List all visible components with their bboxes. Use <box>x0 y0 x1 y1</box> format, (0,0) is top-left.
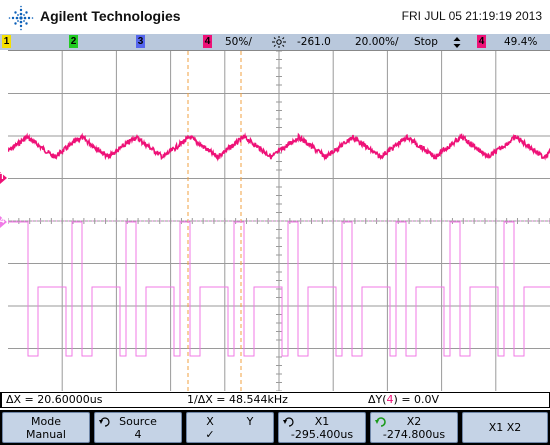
xy-selection: ✓ <box>187 428 273 441</box>
x-option: X <box>206 415 214 428</box>
trigger-level-label: T <box>0 172 5 181</box>
delta-y-prefix: ΔY( <box>368 393 387 406</box>
source-softkey[interactable]: Source 4 <box>94 412 182 443</box>
x-selected-check-icon: ✓ <box>205 428 215 441</box>
inverse-delta-x-readout: 1/ΔX = 48.544kHz <box>183 393 364 407</box>
mode-label: Mode <box>31 415 61 428</box>
delta-y-channel: 4 <box>386 393 394 406</box>
status-bar: 1 2 3 4 50%/ -261.0 20.00%/ Stop 4 49.4% <box>0 34 550 50</box>
x2-value: -274.800us <box>382 428 446 441</box>
channel-4-scale: 50%/ <box>225 36 252 48</box>
channel-4-ground-label: 4 <box>0 216 5 225</box>
delta-y-value: ) = 0.0V <box>393 393 440 406</box>
xy-label: XY <box>187 415 273 428</box>
trigger-level-marker[interactable]: T <box>0 171 10 184</box>
delay-value: -261.0 <box>297 36 331 48</box>
delta-x-readout: ΔX = 20.60000us <box>2 393 183 407</box>
run-state[interactable]: Stop <box>414 34 438 50</box>
timebase-value: 20.00%/ <box>355 36 399 48</box>
channel-1-button[interactable]: 1 <box>2 35 11 48</box>
channel-4-ground-marker[interactable]: 4 <box>0 215 10 228</box>
trigger-edge-icon <box>453 37 461 48</box>
x1-softkey[interactable]: X1 -295.400us <box>278 412 366 443</box>
delta-y-readout: ΔY(4) = 0.0V <box>364 393 549 407</box>
x2-label: X2 <box>406 415 422 428</box>
x1-value: -295.400us <box>290 428 354 441</box>
waveform-display[interactable]: T 4 <box>0 50 550 391</box>
graticule <box>8 51 550 391</box>
date-time: FRI JUL 05 21:19:19 2013 <box>401 9 542 23</box>
mode-value: Manual <box>26 428 66 441</box>
trigger-level: 49.4% <box>504 36 538 48</box>
cursor-readout-bar: ΔX = 20.60000us 1/ΔX = 48.544kHz ΔY(4) =… <box>0 392 550 408</box>
y-option: Y <box>246 415 254 428</box>
x2-softkey[interactable]: X2 -274.800us <box>370 412 458 443</box>
x1-x2-softkey[interactable]: X1 X2 <box>462 412 548 443</box>
x1-label: X1 <box>314 415 330 428</box>
trigger-source: 4 <box>477 35 486 48</box>
channel-2-button[interactable]: 2 <box>69 35 78 48</box>
channel-3-button[interactable]: 3 <box>136 35 145 48</box>
source-label: Source <box>119 415 157 428</box>
brand-name: Agilent Technologies <box>40 8 181 24</box>
xy-softkey[interactable]: XY ✓ <box>186 412 274 443</box>
agilent-logo-icon <box>8 5 34 31</box>
channel-4-button[interactable]: 4 <box>203 35 212 48</box>
x1-x2-label: X1 X2 <box>488 421 522 434</box>
delay-icon <box>272 36 286 48</box>
mode-softkey[interactable]: Mode Manual <box>2 412 90 443</box>
source-value: 4 <box>134 428 142 441</box>
title-bar: Agilent Technologies FRI JUL 05 21:19:19… <box>0 0 550 34</box>
softkey-bar: Mode Manual Source 4 XY ✓ X1 -295.400us … <box>0 410 550 445</box>
